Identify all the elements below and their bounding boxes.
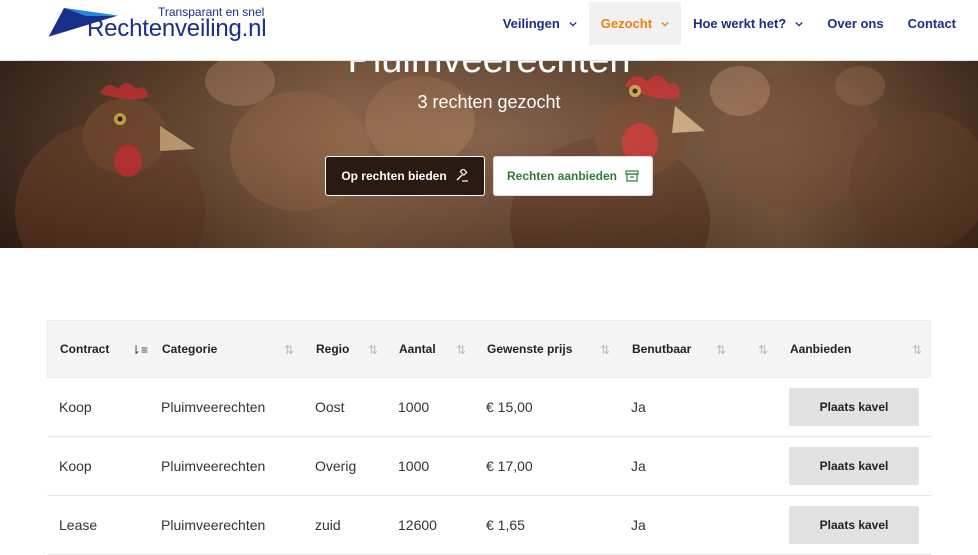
sort-icon[interactable]: ⇅ xyxy=(284,343,294,357)
nav-label: Gezocht xyxy=(600,16,653,31)
cell-prijs: € 17,00 xyxy=(486,458,533,474)
cell-aantal: 12600 xyxy=(398,517,437,533)
table-header-row: Contract ⇂≡ Categorie ⇅ Regio ⇅ Aantal ⇅… xyxy=(47,320,931,378)
column-header-aantal[interactable]: Aantal xyxy=(399,320,436,378)
column-header-regio[interactable]: Regio xyxy=(316,320,349,378)
chevron-down-icon xyxy=(569,21,577,27)
header-label: Aanbieden xyxy=(790,342,852,356)
header-label: Gewenste prijs xyxy=(487,342,573,356)
cell-regio: Oost xyxy=(315,399,345,415)
page-subtitle: 3 rechten gezocht xyxy=(417,92,561,112)
nav-label: Contact xyxy=(907,16,956,31)
cell-regio: Overig xyxy=(315,458,357,474)
hero-overlay xyxy=(0,61,978,248)
bid-on-rights-button[interactable]: Op rechten bieden xyxy=(325,156,485,196)
cell-categorie: Pluimveerechten xyxy=(161,517,266,533)
page-title: Pluimveerechten xyxy=(0,61,978,82)
cell-benutbaar: Ja xyxy=(631,399,646,415)
sort-icon[interactable]: ⇅ xyxy=(600,343,610,357)
archive-box-icon xyxy=(625,170,639,182)
offer-rights-button[interactable]: Rechten aanbieden xyxy=(493,156,653,196)
site-logo[interactable]: Transparant en snel Rechtenveiling.nl xyxy=(46,4,267,44)
sort-icon[interactable]: ⇅ xyxy=(912,343,922,357)
table-row: Lease Pluimveerechten zuid 12600 € 1,65 … xyxy=(47,496,931,555)
header-label: Contract xyxy=(60,342,110,356)
chevron-down-icon xyxy=(795,21,803,27)
nav-label: Over ons xyxy=(827,16,884,31)
table-row: Koop Pluimveerechten Overig 1000 € 17,00… xyxy=(47,437,931,496)
offer-button-label: Rechten aanbieden xyxy=(506,169,618,183)
cell-contract: Koop xyxy=(59,399,92,415)
sort-ascending-icon[interactable]: ⇂≡ xyxy=(131,343,148,357)
column-header-gewenste-prijs[interactable]: Gewenste prijs xyxy=(487,320,572,378)
chevron-down-icon xyxy=(661,21,669,27)
cell-benutbaar: Ja xyxy=(631,517,646,533)
cell-benutbaar: Ja xyxy=(631,458,646,474)
cell-categorie: Pluimveerechten xyxy=(161,399,266,415)
header-label: Regio xyxy=(316,342,350,356)
sort-icon[interactable]: ⇅ xyxy=(368,343,378,357)
main-nav: Veilingen Gezocht Hoe werkt het? Over on… xyxy=(491,2,968,45)
cell-aantal: 1000 xyxy=(398,399,430,415)
table-row: Koop Pluimveerechten Oost 1000 € 15,00 J… xyxy=(47,378,931,437)
cell-regio: zuid xyxy=(315,517,341,533)
cell-aantal: 1000 xyxy=(398,458,430,474)
cell-prijs: € 1,65 xyxy=(486,517,525,533)
sort-icon[interactable]: ⇅ xyxy=(758,343,768,357)
site-header: Transparant en snel Rechtenveiling.nl Ve… xyxy=(0,0,978,61)
place-lot-button[interactable]: Plaats kavel xyxy=(789,388,919,426)
nav-item-gezocht[interactable]: Gezocht xyxy=(588,2,682,45)
column-header-benutbaar[interactable]: Benutbaar xyxy=(632,320,691,378)
nav-label: Veilingen xyxy=(502,16,560,31)
nav-item-contact[interactable]: Contact xyxy=(896,2,968,45)
column-header-contract[interactable]: Contract xyxy=(60,320,109,378)
sort-icon[interactable]: ⇅ xyxy=(456,343,466,357)
column-header-aanbieden[interactable]: Aanbieden xyxy=(790,320,851,378)
sort-icon[interactable]: ⇅ xyxy=(716,343,726,357)
gavel-icon xyxy=(456,169,468,182)
place-lot-button[interactable]: Plaats kavel xyxy=(789,506,919,544)
header-label: Aantal xyxy=(399,342,436,356)
logo-brand: Rechtenveiling.nl xyxy=(87,15,267,42)
nav-item-over-ons[interactable]: Over ons xyxy=(815,2,895,45)
cell-contract: Koop xyxy=(59,458,92,474)
place-lot-button[interactable]: Plaats kavel xyxy=(789,447,919,485)
cell-prijs: € 15,00 xyxy=(486,399,533,415)
header-label: Benutbaar xyxy=(632,342,692,356)
requests-table: Contract ⇂≡ Categorie ⇅ Regio ⇅ Aantal ⇅… xyxy=(47,320,931,555)
bid-button-label: Op rechten bieden xyxy=(341,169,447,183)
column-header-categorie[interactable]: Categorie xyxy=(162,320,217,378)
nav-label: Hoe werkt het? xyxy=(693,16,787,31)
hero-banner: Pluimveerechten 3 rechten gezocht Op rec… xyxy=(0,61,978,248)
header-label: Categorie xyxy=(162,342,218,356)
nav-item-hoe-werkt-het[interactable]: Hoe werkt het? xyxy=(681,2,815,45)
cell-contract: Lease xyxy=(59,517,98,533)
cell-categorie: Pluimveerechten xyxy=(161,458,266,474)
nav-item-veilingen[interactable]: Veilingen xyxy=(491,2,589,45)
